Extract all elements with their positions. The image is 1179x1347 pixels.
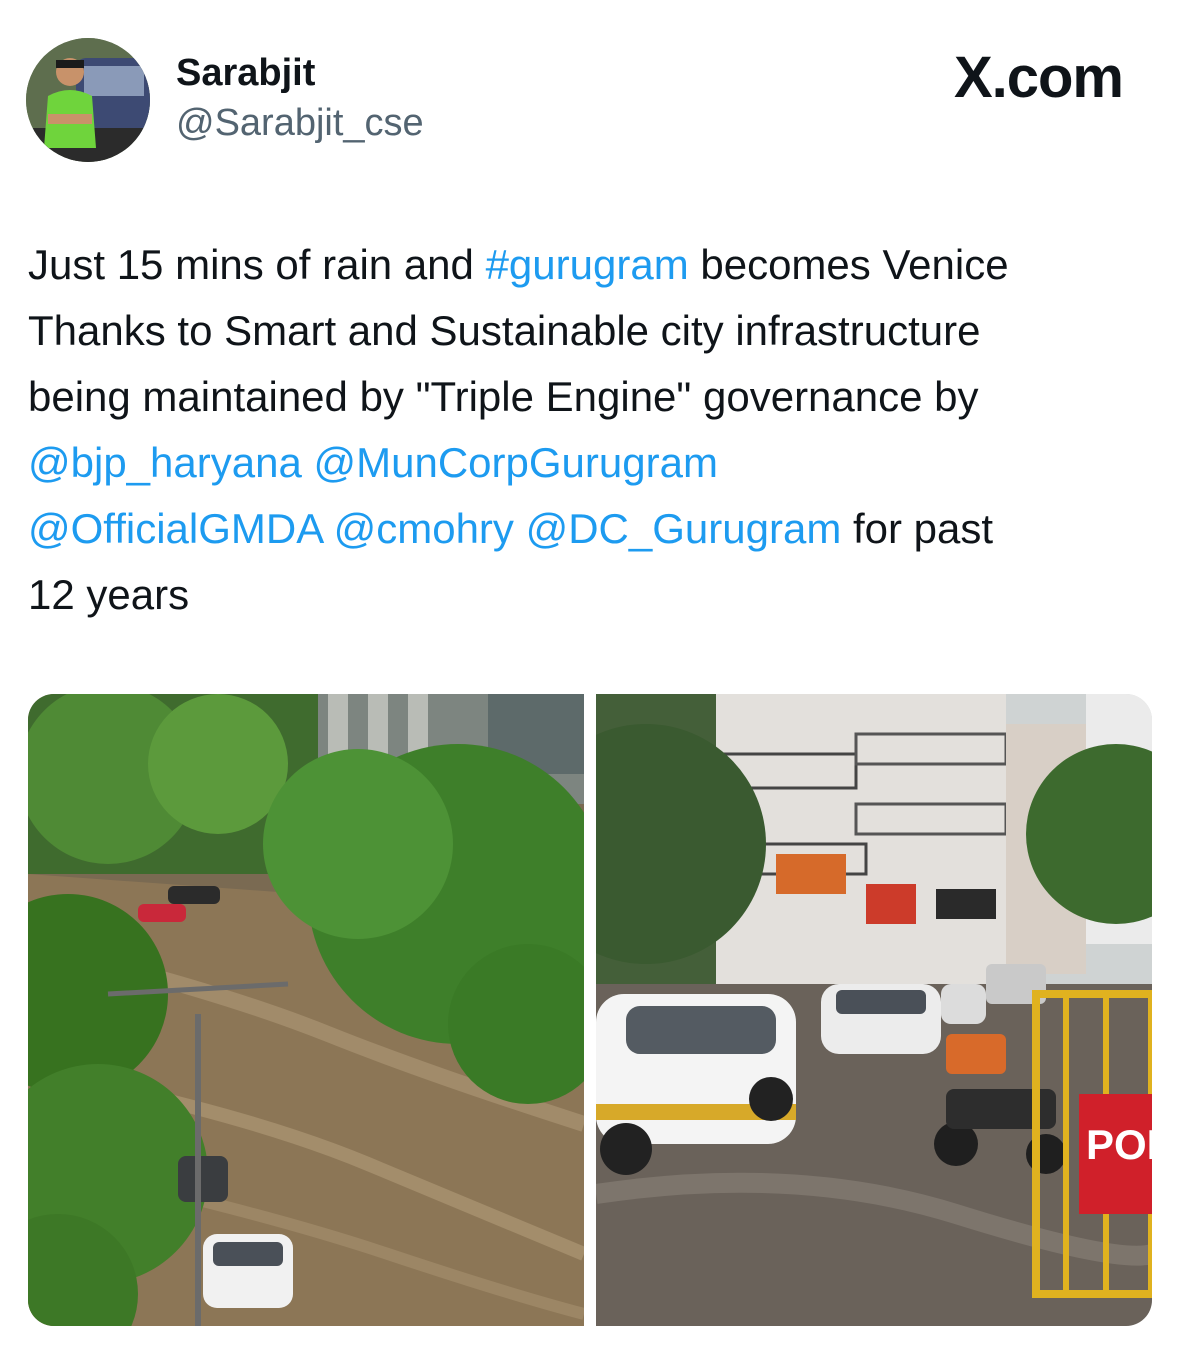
mention-link[interactable]: @cmohry — [334, 505, 514, 552]
tweet-line: @OfficialGMDA @cmohry @DC_Gurugram for p… — [28, 496, 1158, 562]
tweet-text-segment: for past — [841, 505, 994, 552]
tweet-text: Just 15 mins of rain and #gurugram becom… — [28, 232, 1158, 628]
tweet-line: being maintained by "Triple Engine" gove… — [28, 373, 979, 420]
user-handle[interactable]: @Sarabjit_cse — [176, 100, 424, 146]
tweet-line: Thanks to Smart and Sustainable city inf… — [28, 307, 981, 354]
hashtag-link[interactable]: #gurugram — [486, 241, 689, 288]
tweet-line: 12 years — [28, 571, 190, 618]
display-name[interactable]: Sarabjit — [176, 50, 315, 96]
x-logo: X.com — [953, 45, 1124, 110]
mention-link[interactable]: @OfficialGMDA — [28, 505, 322, 552]
mention-link[interactable]: @DC_Gurugram — [526, 505, 842, 552]
tweet-line: @bjp_haryana @MunCorpGurugram — [28, 430, 1158, 496]
photo-waterlogged-street[interactable]: POL — [596, 694, 1152, 1326]
tweet-text-segment: Just 15 mins of rain and — [28, 241, 486, 288]
mention-link[interactable]: @MunCorpGurugram — [314, 439, 718, 486]
mention-link[interactable]: @bjp_haryana — [28, 439, 302, 486]
tweet-text-segment: becomes Venice — [688, 241, 1009, 288]
barricade-sign-text: POL — [1086, 1121, 1152, 1168]
photo-flooded-road[interactable] — [28, 694, 584, 1326]
media-grid: POL — [28, 694, 1152, 1326]
tweet-line: Just 15 mins of rain and #gurugram becom… — [28, 232, 1158, 298]
avatar[interactable] — [26, 38, 150, 162]
